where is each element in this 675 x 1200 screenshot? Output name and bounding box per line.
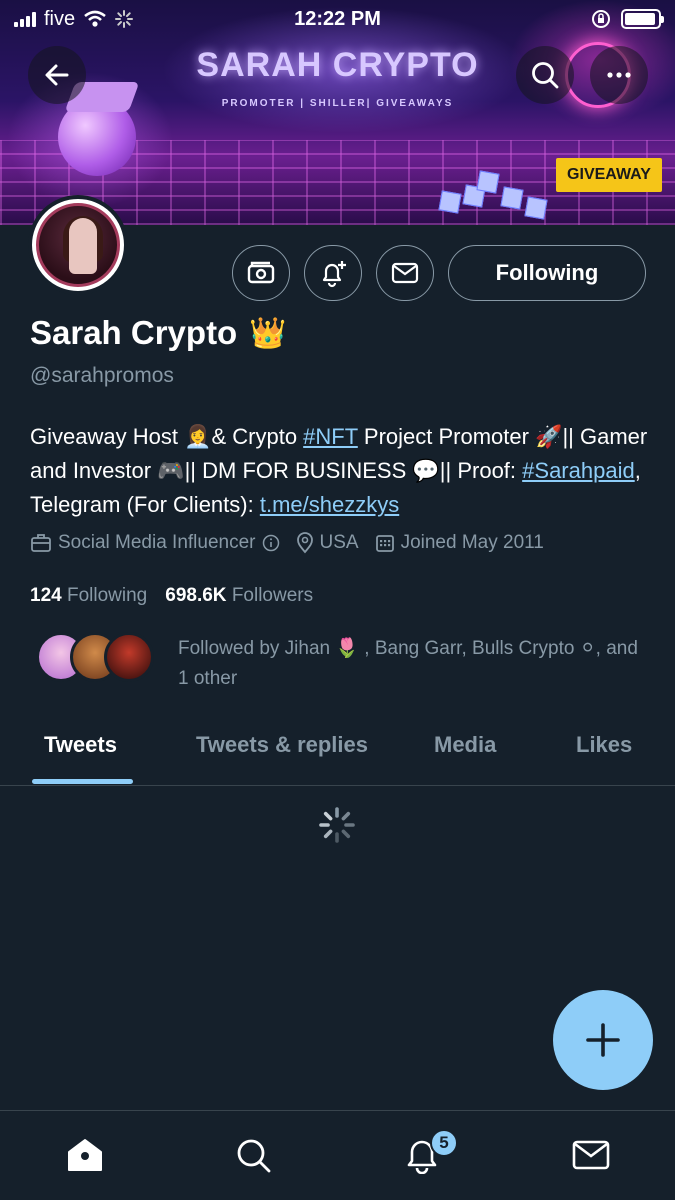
compose-tweet-button[interactable] xyxy=(553,990,653,1090)
activity-spinner-icon xyxy=(115,10,134,28)
mail-icon xyxy=(572,1140,610,1170)
tip-button[interactable] xyxy=(232,245,290,301)
office-worker-emoji: 👩‍💼 xyxy=(184,425,212,450)
profile-meta: Social Media Influencer USA Joined May 2… xyxy=(30,532,544,554)
battery-fill xyxy=(625,13,656,25)
follower-avatar xyxy=(104,632,154,682)
mail-icon xyxy=(391,262,419,284)
nav-home[interactable] xyxy=(63,1133,107,1177)
more-button[interactable] xyxy=(590,46,648,104)
search-icon xyxy=(532,62,559,89)
hashtag-nft-link[interactable]: #NFT xyxy=(303,424,358,449)
location-pin-icon xyxy=(296,532,313,554)
tab-tweets-replies[interactable]: Tweets & replies xyxy=(196,732,368,758)
back-button[interactable] xyxy=(28,46,86,104)
active-tab-indicator xyxy=(32,779,133,784)
banner-subtitle: PROMOTER | SHILLER| GIVEAWAYS xyxy=(221,98,454,109)
profile-joined: Joined May 2011 xyxy=(375,532,544,554)
game-controller-emoji: 🎮 xyxy=(157,459,185,484)
bio-text: Project Promoter xyxy=(357,424,536,449)
search-button[interactable] xyxy=(516,46,574,104)
tab-tweets[interactable]: Tweets xyxy=(44,732,117,758)
notifications-badge: 5 xyxy=(430,1129,458,1157)
status-bar: five 12:22 PM xyxy=(0,0,675,38)
bio-text: & Crypto xyxy=(211,424,304,449)
plus-icon xyxy=(586,1023,620,1057)
followed-by[interactable]: Followed by Jihan 🌷 , Bang Garr, Bulls C… xyxy=(36,632,648,694)
briefcase-icon xyxy=(31,534,51,552)
carrier-name: five xyxy=(44,7,76,30)
wifi-icon xyxy=(84,10,106,27)
arrow-left-icon xyxy=(45,64,69,86)
category-label: Social Media Influencer xyxy=(58,532,256,553)
money-icon xyxy=(247,261,275,284)
profile-tabs: Tweets Tweets & replies Media Likes xyxy=(0,718,675,786)
hashtag-sarahpaid-link[interactable]: #Sarahpaid xyxy=(522,458,635,483)
rocket-emoji: 🚀 xyxy=(535,425,563,450)
loading-spinner-icon xyxy=(319,807,355,843)
info-icon xyxy=(262,534,279,552)
more-horizontal-icon xyxy=(607,72,631,78)
orientation-lock-icon xyxy=(592,10,610,28)
bio-text: || Proof: xyxy=(439,458,523,483)
notifications-toggle-button[interactable] xyxy=(304,245,362,301)
following-count: 124 xyxy=(30,585,62,606)
display-name: Sarah Crypto xyxy=(30,314,238,351)
nav-messages[interactable] xyxy=(569,1133,613,1177)
following-count-label: Following xyxy=(66,585,148,606)
profile-avatar[interactable] xyxy=(28,195,128,295)
followed-by-text: Followed by Jihan 🌷 , Bang Garr, Bulls C… xyxy=(178,638,638,689)
crown-emoji: 👑 xyxy=(249,315,287,351)
telegram-link[interactable]: t.me/shezzkys xyxy=(260,492,399,517)
followers-count-link[interactable]: 698.6K Followers xyxy=(165,585,313,607)
bell-plus-icon xyxy=(322,261,346,288)
following-button[interactable]: Following xyxy=(448,245,646,301)
bio-text: || DM FOR BUSINESS xyxy=(184,458,413,483)
giveaway-badge: GIVEAWAY xyxy=(556,158,662,192)
profile-location: USA xyxy=(296,532,359,554)
avatar-image xyxy=(36,203,120,287)
battery-icon xyxy=(621,9,664,29)
profile-category[interactable]: Social Media Influencer xyxy=(30,532,280,554)
search-icon xyxy=(237,1139,271,1173)
location-label: USA xyxy=(319,532,359,553)
calendar-icon xyxy=(375,535,394,552)
profile-name-row: Sarah Crypto 👑 xyxy=(30,314,287,352)
home-icon xyxy=(68,1139,102,1171)
tab-media[interactable]: Media xyxy=(434,732,496,758)
signal-icon xyxy=(14,11,36,27)
profile-bio: Giveaway Host 👩‍💼& Crypto #NFT Project P… xyxy=(30,420,650,521)
bio-text: Giveaway Host xyxy=(30,424,185,449)
bottom-navigation: 5 xyxy=(0,1110,675,1200)
nav-search[interactable] xyxy=(231,1133,275,1177)
followers-count: 698.6K xyxy=(165,585,227,606)
joined-label: Joined May 2011 xyxy=(400,532,544,553)
speech-bubble-emoji: 💬 xyxy=(412,459,440,484)
tab-likes[interactable]: Likes xyxy=(576,732,632,758)
banner-title: SARAH CRYPTO xyxy=(196,46,479,84)
profile-handle: @sarahpromos xyxy=(30,364,174,387)
following-count-link[interactable]: 124 Following xyxy=(30,585,147,607)
message-button[interactable] xyxy=(376,245,434,301)
followers-count-label: Followers xyxy=(231,585,314,606)
follow-counts: 124 Following 698.6K Followers xyxy=(30,585,313,607)
